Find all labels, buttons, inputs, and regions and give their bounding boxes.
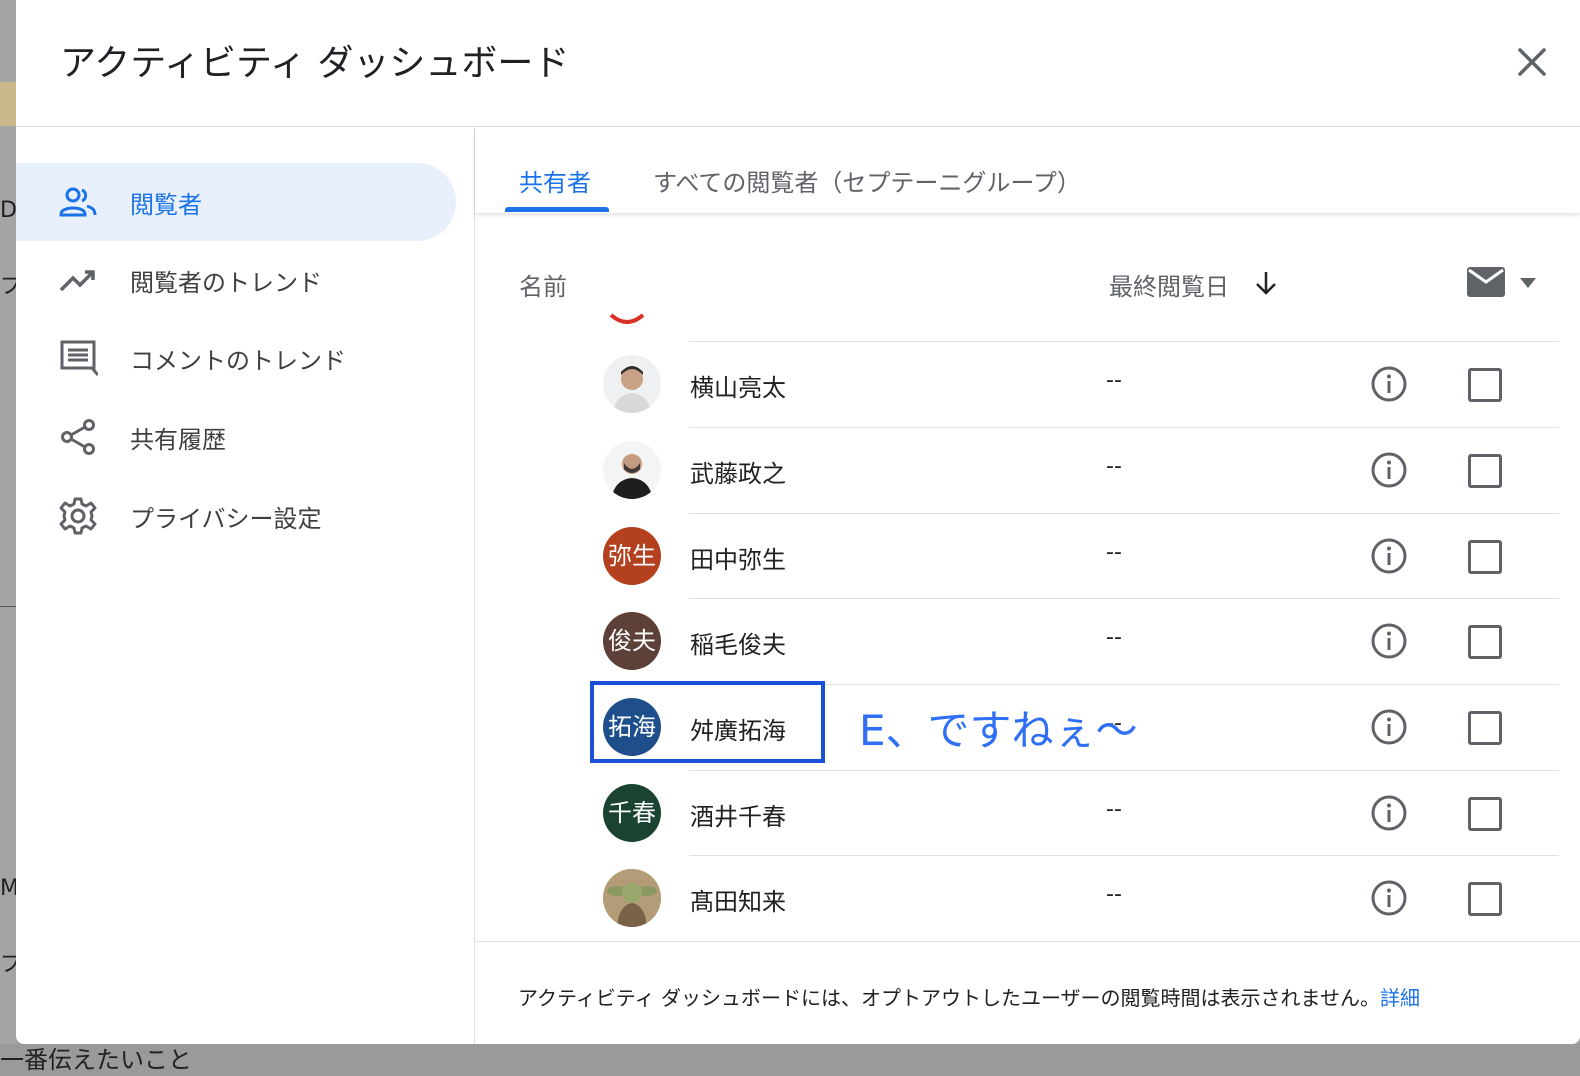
viewer-name: 田中弥生 <box>690 546 786 574</box>
share-icon <box>61 419 95 455</box>
row-divider <box>689 770 1559 771</box>
last-viewed: -- <box>1106 797 1122 822</box>
avatar <box>603 441 661 499</box>
info-icon[interactable] <box>1369 450 1409 490</box>
table-row[interactable]: 髙田知来 -- <box>475 855 1580 941</box>
arrow-down-icon[interactable] <box>1253 269 1279 297</box>
viewer-name: 稲毛俊夫 <box>690 631 786 659</box>
close-button[interactable] <box>1510 40 1554 84</box>
close-icon <box>1518 48 1546 76</box>
character-photo-icon <box>603 869 661 927</box>
main-panel: 共有者 すべての閲覧者（セプテーニグループ） 名前 最終閲覧日 横山亮太 -- … <box>475 127 1580 1044</box>
people-icon <box>59 187 97 217</box>
gear-icon <box>59 497 97 535</box>
table-row[interactable]: 横山亮太 -- <box>475 341 1580 427</box>
sidebar-item-label: プライバシー設定 <box>130 505 322 533</box>
sidebar-item-label: 閲覧者 <box>130 191 202 219</box>
table-row[interactable]: 俊夫 稲毛俊夫 -- <box>475 598 1580 684</box>
annotation-highlight-box <box>590 681 825 763</box>
background-bottom-text: 一番伝えたいこと <box>0 1046 192 1074</box>
sidebar-item-label: 閲覧者のトレンド <box>130 269 322 297</box>
sidebar: 閲覧者 閲覧者のトレンド コメントのトレンド 共有履歴 プライバシー設定 <box>16 127 475 1044</box>
row-checkbox[interactable] <box>1468 711 1502 745</box>
trending-up-icon <box>59 270 95 292</box>
details-link[interactable]: 詳細 <box>1380 986 1420 1010</box>
viewer-name: 横山亮太 <box>690 374 786 402</box>
avatar: 千春 <box>603 784 661 842</box>
tab-sharers[interactable]: 共有者 <box>519 163 591 198</box>
row-checkbox[interactable] <box>1468 882 1502 916</box>
info-icon[interactable] <box>1369 364 1409 404</box>
footer-text: アクティビティ ダッシュボードには、オプトアウトしたユーザーの閲覧時間は表示され… <box>518 986 1380 1010</box>
sidebar-item-label: 共有履歴 <box>130 426 226 454</box>
row-divider <box>689 513 1559 514</box>
row-checkbox[interactable] <box>1468 797 1502 831</box>
person-photo-icon <box>603 441 661 499</box>
row-checkbox[interactable] <box>1468 368 1502 402</box>
sidebar-item-viewer-trends[interactable]: 閲覧者のトレンド <box>16 241 456 319</box>
row-divider <box>689 341 1559 342</box>
background-divider <box>0 606 16 607</box>
footer-note: アクティビティ ダッシュボードには、オプトアウトしたユーザーの閲覧時間は表示され… <box>518 982 1420 1011</box>
last-viewed: -- <box>1106 368 1122 393</box>
person-photo-icon <box>603 355 661 413</box>
row-checkbox[interactable] <box>1468 625 1502 659</box>
background-bottom <box>0 1044 1580 1076</box>
sidebar-item-comment-trends[interactable]: コメントのトレンド <box>16 319 456 397</box>
background-highlight <box>0 82 16 126</box>
viewer-name: 髙田知来 <box>690 888 786 916</box>
row-divider <box>689 855 1559 856</box>
activity-dashboard-dialog: アクティビティ ダッシュボード 閲覧者 閲覧者のトレンド コメントのトレンド 共… <box>16 0 1580 1044</box>
tab-bar: 共有者 すべての閲覧者（セプテーニグループ） <box>475 127 1580 213</box>
sidebar-item-label: コメントのトレンド <box>130 347 346 375</box>
last-viewed: -- <box>1106 882 1122 907</box>
dialog-title: アクティビティ ダッシュボード <box>60 43 570 84</box>
viewer-name: 酒井千春 <box>690 803 786 831</box>
column-header-name: 名前 <box>519 273 567 301</box>
viewer-name: 武藤政之 <box>690 460 786 488</box>
last-viewed: -- <box>1106 625 1122 650</box>
avatar-partial <box>609 313 645 324</box>
last-viewed: -- <box>1106 454 1122 479</box>
tab-all-viewers[interactable]: すべての閲覧者（セプテーニグループ） <box>653 163 1081 198</box>
mail-icon[interactable] <box>1466 265 1506 299</box>
row-checkbox[interactable] <box>1468 454 1502 488</box>
dialog-header: アクティビティ ダッシュボード <box>16 0 1580 127</box>
comment-icon <box>60 340 98 376</box>
sidebar-item-privacy-settings[interactable]: プライバシー設定 <box>16 477 456 555</box>
background-page <box>0 0 16 1076</box>
chevron-down-icon[interactable] <box>1518 277 1538 289</box>
row-checkbox[interactable] <box>1468 540 1502 574</box>
annotation-text: E、ですねぇ〜 <box>859 706 1138 755</box>
row-divider <box>689 598 1559 599</box>
table-row[interactable]: 弥生 田中弥生 -- <box>475 513 1580 599</box>
avatar <box>603 355 661 413</box>
avatar: 俊夫 <box>603 612 661 670</box>
table-row[interactable]: 武藤政之 -- <box>475 427 1580 513</box>
info-icon[interactable] <box>1369 621 1409 661</box>
avatar <box>603 869 661 927</box>
dialog-footer: アクティビティ ダッシュボードには、オプトアウトしたユーザーの閲覧時間は表示され… <box>475 941 1580 1044</box>
row-divider <box>689 427 1559 428</box>
sidebar-item-share-history[interactable]: 共有履歴 <box>16 398 456 476</box>
sidebar-item-viewers[interactable]: 閲覧者 <box>16 163 456 241</box>
table-row[interactable]: 千春 酒井千春 -- <box>475 770 1580 856</box>
info-icon[interactable] <box>1369 707 1409 747</box>
info-icon[interactable] <box>1369 878 1409 918</box>
tab-active-indicator <box>505 207 609 212</box>
viewer-list: 横山亮太 -- 武藤政之 -- 弥生 田中弥生 -- 俊夫 稲毛俊夫 -- 拓海… <box>475 313 1580 941</box>
column-header-last-viewed[interactable]: 最終閲覧日 <box>1109 267 1229 302</box>
avatar: 弥生 <box>603 527 661 585</box>
last-viewed: -- <box>1106 540 1122 565</box>
info-icon[interactable] <box>1369 536 1409 576</box>
info-icon[interactable] <box>1369 793 1409 833</box>
